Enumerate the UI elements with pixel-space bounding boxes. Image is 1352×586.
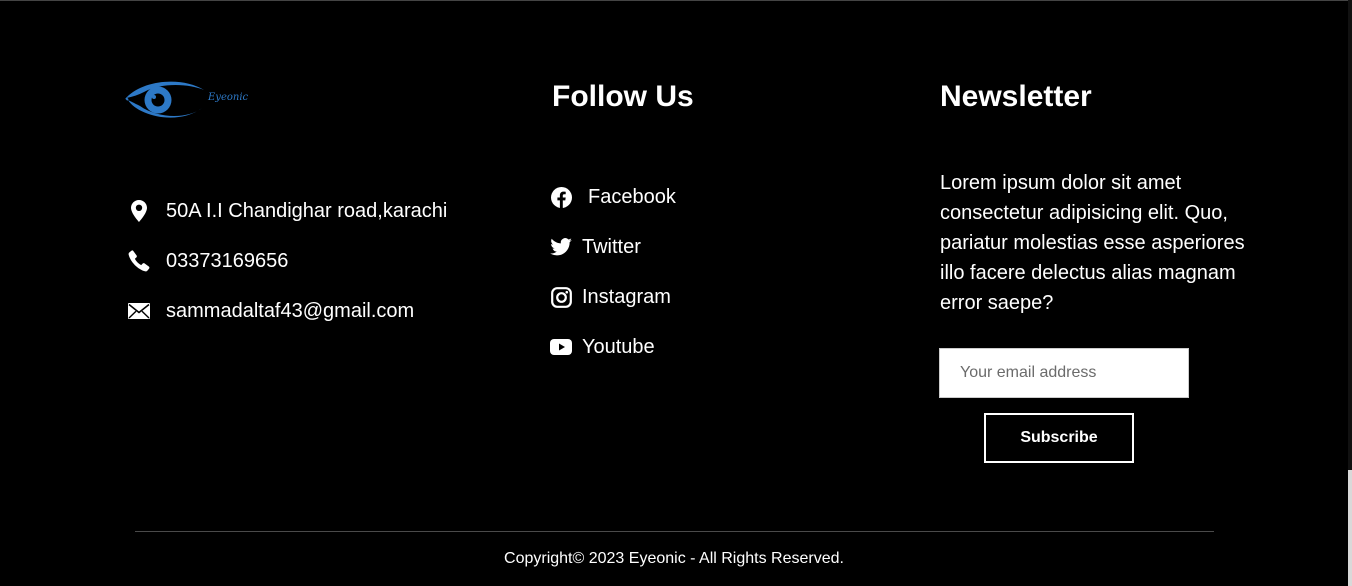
- social-links: Facebook Twitter Instagram Youtube: [550, 182, 676, 382]
- social-link-youtube[interactable]: Youtube: [550, 332, 676, 362]
- map-pin-icon: [128, 200, 150, 222]
- social-label-twitter: Twitter: [582, 235, 641, 258]
- newsletter-description: Lorem ipsum dolor sit amet consectetur a…: [940, 172, 1245, 314]
- social-link-instagram[interactable]: Instagram: [550, 282, 676, 312]
- social-label-instagram: Instagram: [582, 285, 671, 308]
- social-link-facebook[interactable]: Facebook: [550, 182, 676, 212]
- envelope-icon: [128, 303, 150, 319]
- instagram-icon: [550, 286, 572, 308]
- facebook-icon: [550, 186, 572, 208]
- social-label-youtube: Youtube: [582, 335, 655, 358]
- subscribe-button[interactable]: Subscribe: [984, 413, 1134, 463]
- contact-phone-text: 03373169656: [166, 249, 289, 272]
- footer-divider: [135, 531, 1214, 532]
- twitter-icon: [550, 236, 572, 258]
- contact-address: 50A I.I Chandighar road,karachi: [128, 196, 447, 226]
- social-label-facebook: Facebook: [588, 185, 676, 208]
- top-border: [0, 0, 1352, 1]
- page-scrollbar-thumb[interactable]: [1348, 470, 1352, 586]
- copyright-text: Copyright© 2023 Eyeonic - All Rights Res…: [504, 550, 844, 567]
- contact-email-text: sammadaltaf43@gmail.com: [166, 299, 415, 322]
- brand-logo[interactable]: Eyeonic: [124, 74, 250, 126]
- contact-list: 50A I.I Chandighar road,karachi 03373169…: [128, 196, 447, 346]
- contact-address-text: 50A I.I Chandighar road,karachi: [166, 199, 448, 222]
- follow-us-heading: Follow Us: [552, 80, 694, 113]
- newsletter-heading: Newsletter: [940, 80, 1092, 113]
- youtube-icon: [550, 336, 572, 358]
- brand-name: Eyeonic: [208, 91, 249, 103]
- social-link-twitter[interactable]: Twitter: [550, 232, 676, 262]
- newsletter-email-input[interactable]: [939, 348, 1189, 398]
- eye-logo-icon: [125, 81, 204, 118]
- phone-icon: [128, 250, 150, 272]
- contact-email[interactable]: sammadaltaf43@gmail.com: [128, 296, 447, 326]
- contact-phone[interactable]: 03373169656: [128, 246, 447, 276]
